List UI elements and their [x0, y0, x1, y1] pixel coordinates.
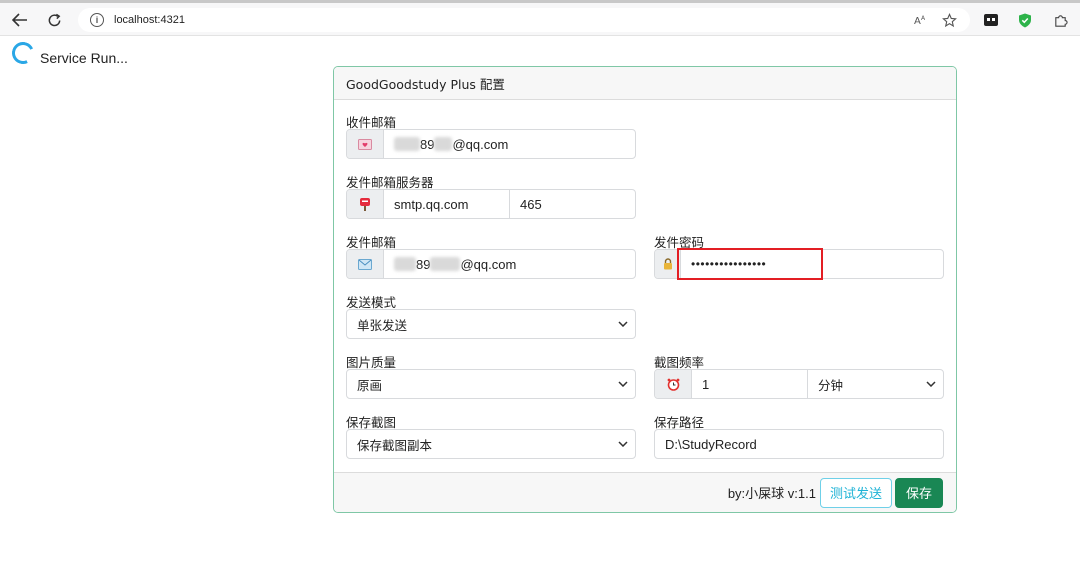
save-capture-select[interactable]: 保存截图副本 [346, 429, 636, 459]
save-path-input[interactable]: D:\StudyRecord [655, 430, 943, 458]
browser-toolbar: i localhost:4321 AA [0, 0, 1080, 36]
image-quality-select[interactable]: 原画 [346, 369, 636, 399]
back-icon[interactable] [8, 9, 32, 31]
image-quality-value: 原画 [357, 377, 383, 393]
send-mode-value: 单张发送 [357, 317, 408, 333]
svg-text:A: A [921, 15, 926, 22]
sender-email-input[interactable]: 89 @qq.com [384, 250, 635, 278]
favorite-star-icon[interactable] [942, 8, 957, 32]
receiver-email-mid: 89 [420, 136, 435, 152]
redacted-block [430, 257, 461, 271]
postbox-icon [347, 190, 384, 218]
save-button[interactable]: 保存 [894, 477, 943, 508]
puzzle-icon[interactable] [1052, 12, 1068, 28]
chevron-down-icon [611, 381, 635, 387]
receiver-email-suffix: @qq.com [452, 136, 509, 152]
reload-icon[interactable] [42, 9, 66, 31]
test-send-button[interactable]: 测试发送 [819, 477, 892, 508]
chevron-down-icon [611, 441, 635, 447]
sender-email-suffix: @qq.com [460, 256, 517, 272]
config-card: GoodGoodstudy Plus 配置 收件邮箱 89 @qq.com 发件… [333, 66, 957, 513]
redacted-block [394, 257, 416, 271]
chevron-down-icon [919, 381, 943, 387]
shield-icon[interactable] [1017, 12, 1033, 28]
sender-email-mid: 89 [416, 256, 431, 272]
envelope-icon [347, 250, 384, 278]
smtp-host-input[interactable]: smtp.qq.com [384, 190, 509, 218]
sender-email-group: 89 @qq.com [346, 249, 636, 279]
capture-frequency-group: 1 分钟 [654, 369, 944, 399]
smtp-port-input[interactable]: 465 [509, 190, 635, 218]
capture-unit-value: 分钟 [818, 377, 844, 393]
read-aloud-icon[interactable]: AA [914, 8, 928, 32]
card-footer: by:小屎球 v:1.1 测试发送 保存 [334, 472, 956, 512]
card-header: GoodGoodstudy Plus 配置 [334, 67, 956, 100]
version-credit: by:小屎球 v:1.1 [727, 486, 816, 501]
send-mode-select[interactable]: 单张发送 [346, 309, 636, 339]
receiver-email-group: 89 @qq.com [346, 129, 636, 159]
info-icon[interactable]: i [90, 13, 104, 27]
highlight-box [677, 248, 823, 280]
alarm-clock-icon [655, 370, 692, 398]
service-status: Service Run... [8, 38, 128, 68]
card-title: GoodGoodstudy Plus 配置 [346, 76, 505, 92]
url-text: localhost:4321 [114, 14, 185, 26]
love-letter-icon [347, 130, 384, 158]
service-status-text: Service Run... [40, 50, 128, 66]
save-path-group: D:\StudyRecord [654, 429, 944, 459]
address-bar[interactable]: i localhost:4321 AA [78, 8, 970, 32]
svg-text:A: A [914, 16, 921, 26]
loading-spinner-icon [8, 38, 38, 68]
capture-unit-select[interactable]: 分钟 [807, 370, 943, 398]
capture-frequency-input[interactable]: 1 [692, 370, 807, 398]
extension-icon[interactable] [983, 12, 999, 28]
smtp-group: smtp.qq.com 465 [346, 189, 636, 219]
redacted-block [394, 137, 420, 151]
save-capture-value: 保存截图副本 [357, 437, 433, 453]
receiver-email-input[interactable]: 89 @qq.com [384, 130, 635, 158]
redacted-block [434, 137, 453, 151]
chevron-down-icon [611, 321, 635, 327]
